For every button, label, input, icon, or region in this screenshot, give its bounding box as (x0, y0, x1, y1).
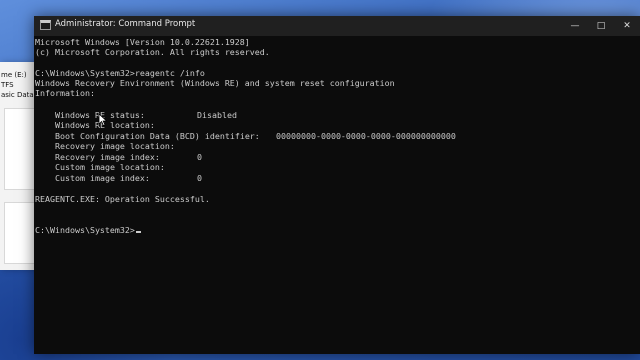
entry-label-custom-index: Custom image index: (55, 173, 150, 183)
info-header-line: Windows Recovery Environment (Windows RE… (35, 78, 395, 88)
entry-label-recovery-index: Recovery image index: (55, 152, 160, 162)
prompt-line[interactable]: C:\Windows\System32> (35, 225, 141, 235)
entry-value-re-status: Disabled (197, 110, 237, 120)
command-prompt-window[interactable]: Administrator: Command Prompt — □ ✕ Micr… (34, 16, 640, 354)
close-button[interactable]: ✕ (614, 16, 640, 36)
entry-label-recovery-location: Recovery image location: (55, 141, 175, 151)
window-controls: — □ ✕ (562, 16, 640, 36)
maximize-button[interactable]: □ (588, 16, 614, 36)
mouse-pointer-icon (98, 113, 108, 127)
cmd-icon (40, 20, 51, 30)
title-bar[interactable]: Administrator: Command Prompt — □ ✕ (34, 16, 640, 36)
entry-label-bcd-identifier: Boot Configuration Data (BCD) identifier… (55, 131, 260, 141)
version-line: Microsoft Windows [Version 10.0.22621.19… (35, 37, 250, 47)
entry-label-custom-location: Custom image location: (55, 162, 165, 172)
minimize-button[interactable]: — (562, 16, 588, 36)
command-line: C:\Windows\System32>reagentc /info (35, 68, 205, 78)
information-label: Information: (35, 88, 95, 98)
prompt-text: C:\Windows\System32> (35, 225, 135, 235)
entry-value-recovery-index: 0 (197, 152, 202, 162)
entry-value-custom-index: 0 (197, 173, 202, 183)
text-cursor (135, 231, 141, 233)
copyright-line: (c) Microsoft Corporation. All rights re… (35, 47, 270, 57)
window-title: Administrator: Command Prompt (55, 19, 196, 29)
result-line: REAGENTC.EXE: Operation Successful. (35, 194, 210, 204)
console-output[interactable]: Microsoft Windows [Version 10.0.22621.19… (34, 36, 640, 354)
entry-value-bcd-identifier: 00000000-0000-0000-0000-000000000000 (276, 131, 456, 141)
